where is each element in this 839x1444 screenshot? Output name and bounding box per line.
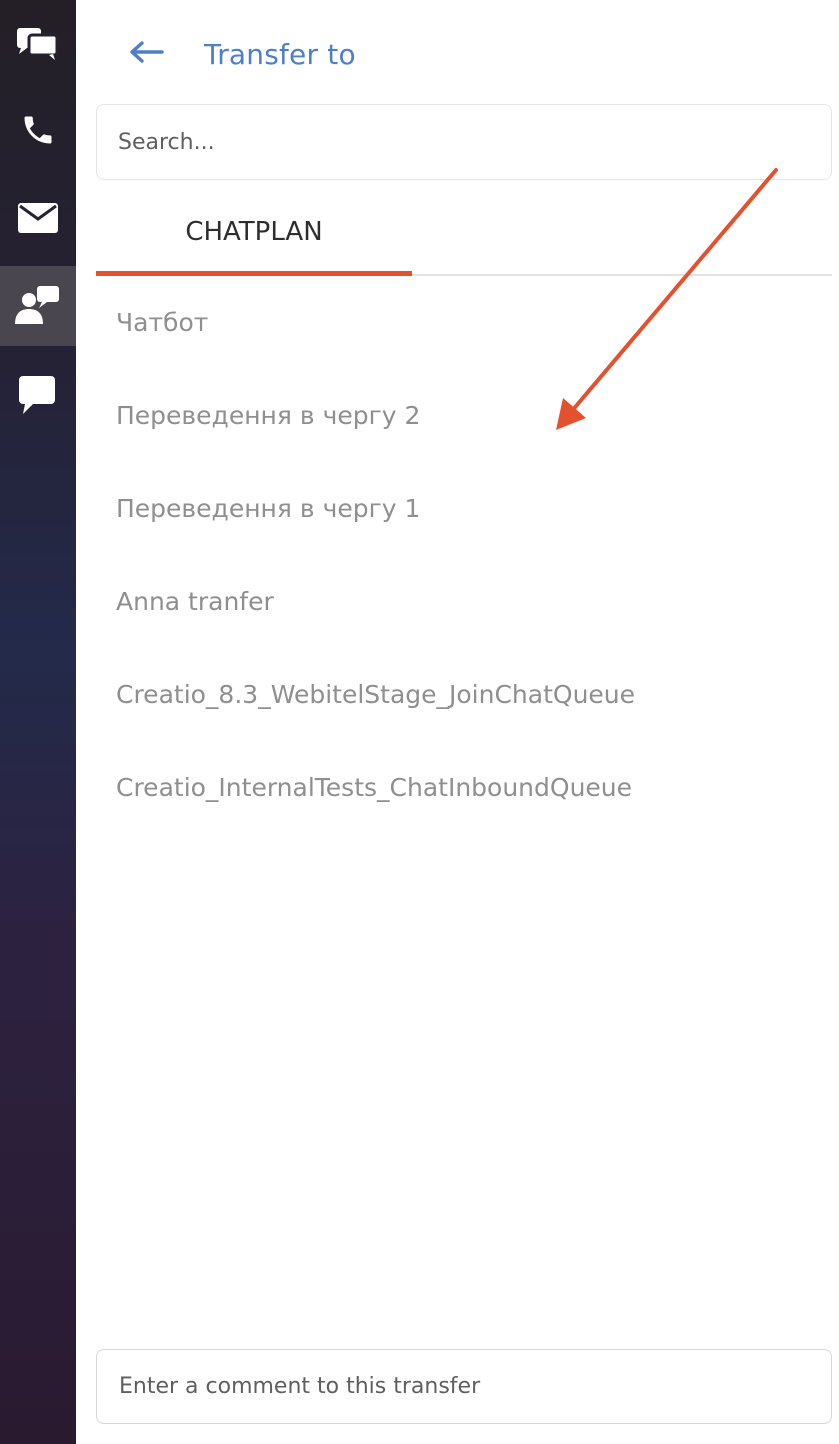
tab-chatplan[interactable]: CHATPLAN [96,196,412,276]
list-item[interactable]: Creatio_8.3_WebitelStage_JoinChatQueue [96,648,832,741]
transfer-app: Transfer to CHATPLAN Чатбот Переведення … [0,0,839,1444]
list-item[interactable]: Переведення в чергу 2 [96,369,832,462]
list-item[interactable]: Anna tranfer [96,555,832,648]
list-item[interactable]: Чатбот [96,276,832,369]
phone-icon [20,111,56,149]
chat-bubble-icon [19,376,57,414]
sidebar [0,0,76,1444]
mail-icon [18,203,58,233]
panel-header: Transfer to [126,30,356,78]
list-item[interactable]: Переведення в чергу 1 [96,462,832,555]
list-item[interactable]: Creatio_InternalTests_ChatInboundQueue [96,741,832,834]
back-button[interactable] [126,34,166,74]
sidebar-item-messages[interactable] [0,355,76,435]
sidebar-item-chats[interactable] [0,3,76,83]
tab-chatplan-label: CHATPLAN [185,216,323,247]
transfer-panel: Transfer to CHATPLAN Чатбот Переведення … [76,0,839,1444]
tab-bar: CHATPLAN [96,196,832,276]
sidebar-item-mail[interactable] [0,178,76,258]
user-chat-icon [15,286,61,326]
page-title: Transfer to [204,37,356,71]
chats-icon [17,26,59,60]
sidebar-item-contacts-chat[interactable] [0,266,76,346]
sidebar-item-calls[interactable] [0,90,76,170]
search-input[interactable] [96,104,832,180]
arrow-left-icon [128,40,164,68]
transfer-comment-field[interactable] [96,1349,832,1424]
chatplan-list: Чатбот Переведення в чергу 2 Переведення… [96,276,832,834]
